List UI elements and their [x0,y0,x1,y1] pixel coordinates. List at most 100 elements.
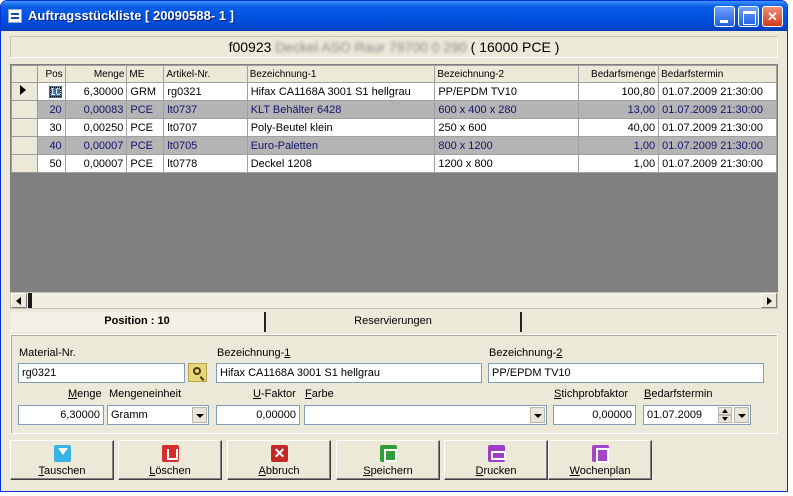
parts-grid[interactable]: Pos Menge ME Artikel-Nr. Bezeichnung-1 B… [10,64,778,308]
tab-empty[interactable] [522,312,778,332]
bedarfstermin-picker[interactable]: 01.07.2009 [643,405,751,425]
cell-bez1[interactable]: Deckel 1208 [246,154,436,173]
cell-bez1[interactable]: Euro-Paletten [246,136,436,155]
cell-bez1[interactable]: Poly-Beutel klein [246,118,436,137]
cell-me[interactable]: PCE [126,154,165,173]
row-selector[interactable] [11,100,38,119]
spin-up-icon[interactable] [718,407,732,415]
loeschen-button[interactable]: Löschen [118,440,222,480]
bezeichnung-1-input[interactable]: Hifax CA1168A 3001 S1 hellgrau [216,363,482,383]
cell-artikel[interactable]: rg0321 [163,82,248,101]
cell-bedarfstermin[interactable]: 01.07.2009 21:30:00 [658,118,777,137]
col-header-bedarfsmenge[interactable]: Bedarfsmenge [578,65,660,83]
col-header-bez2[interactable]: Bezeichnung-2 [434,65,580,83]
cell-artikel[interactable]: lt0778 [163,154,248,173]
cell-pos[interactable]: 20 [36,100,66,119]
chevron-down-icon[interactable] [734,407,749,423]
cell-bedarfstermin[interactable]: 01.07.2009 21:30:00 [658,154,777,173]
col-header-bedarfstermin[interactable]: Bedarfstermin [658,65,777,83]
chevron-down-icon[interactable] [192,407,207,423]
cell-menge[interactable]: 0,00083 [64,100,128,119]
cell-me[interactable]: PCE [126,100,165,119]
minimize-button[interactable] [714,6,735,27]
cell-bedarfstermin[interactable]: 01.07.2009 21:30:00 [658,136,777,155]
search-icon [193,367,201,375]
cell-pos[interactable]: 40 [36,136,66,155]
cell-bedarfsmenge[interactable]: 100,80 [578,82,660,101]
cell-menge[interactable]: 0,00007 [64,154,128,173]
scroll-left-arrow-icon[interactable] [11,293,27,308]
u-faktor-label: U-Faktor [253,388,296,400]
cell-bez1[interactable]: Hifax CA1168A 3001 S1 hellgrau [246,82,436,101]
mengeneinheit-select[interactable]: Gramm [107,405,209,425]
cell-bez2[interactable]: 250 x 600 [434,118,580,137]
stichprobfaktor-input[interactable]: 0,00000 [553,405,636,425]
speichern-button[interactable]: Speichern [336,440,440,480]
row-selector[interactable] [11,154,38,173]
col-header-artikel[interactable]: Artikel-Nr. [163,65,248,83]
table-row[interactable]: 20 0,00083 PCE lt0737 KLT Behälter 6428 … [11,100,777,119]
window-title: Auftragsstückliste [ 20090588- 1 ] [28,8,234,23]
table-row[interactable]: 50 0,00007 PCE lt0778 Deckel 1208 1200 x… [11,154,777,173]
close-button[interactable]: ✕ [762,6,783,27]
cell-me[interactable]: PCE [126,118,165,137]
calendar-icon [592,445,609,463]
cell-bez2[interactable]: 800 x 1200 [434,136,580,155]
cell-menge[interactable]: 0,00250 [64,118,128,137]
row-selector[interactable] [11,136,38,155]
menge-input[interactable]: 6,30000 [18,405,104,425]
spin-down-icon[interactable] [718,415,732,423]
scroll-right-arrow-icon[interactable] [761,293,777,308]
col-header-me[interactable]: ME [126,65,165,83]
cell-pos[interactable]: 50 [36,154,66,173]
bedarfstermin-label: Bedarfstermin [644,388,713,400]
farbe-select[interactable] [304,405,547,425]
table-row[interactable]: 30 0,00250 PCE lt0707 Poly-Beutel klein … [11,118,777,137]
cell-me[interactable]: GRM [126,82,165,101]
cell-bedarfsmenge[interactable]: 1,00 [578,136,660,155]
material-search-button[interactable] [188,363,207,382]
col-header-menge[interactable]: Menge [64,65,128,83]
tab-position[interactable]: Position : 10 [10,312,266,332]
cell-menge[interactable]: 6,30000 [64,82,128,101]
table-row[interactable]: 10 6,30000 GRM rg0321 Hifax CA1168A 3001… [11,82,777,101]
tauschen-button[interactable]: Tauschen [10,440,114,480]
cell-bez2[interactable]: 1200 x 800 [434,154,580,173]
cell-bez1[interactable]: KLT Behälter 6428 [246,100,436,119]
grid-horizontal-scrollbar[interactable] [10,292,778,309]
drucken-button[interactable]: Drucken [444,440,548,480]
abbruch-button[interactable]: ✕ Abbruch [227,440,331,480]
cell-bedarfsmenge[interactable]: 40,00 [578,118,660,137]
wochenplan-button[interactable]: Wochenplan [548,440,652,480]
u-faktor-input[interactable]: 0,00000 [216,405,300,425]
cell-artikel[interactable]: lt0737 [163,100,248,119]
cell-artikel[interactable]: lt0705 [163,136,248,155]
cell-artikel[interactable]: lt0707 [163,118,248,137]
maximize-button[interactable] [738,6,759,27]
cell-bez2[interactable]: PP/EPDM TV10 [434,82,580,101]
cell-pos[interactable]: 10 [49,85,62,98]
row-selector[interactable] [11,82,38,101]
action-bar: Tauschen Löschen ✕ Abbruch Speichern Dru… [10,440,778,482]
chevron-down-icon[interactable] [530,407,545,423]
cell-pos[interactable]: 30 [36,118,66,137]
col-header-pos[interactable]: Pos [36,65,66,83]
cell-bez2[interactable]: 600 x 400 x 280 [434,100,580,119]
date-spinner[interactable] [718,407,732,423]
scroll-thumb[interactable] [28,293,32,308]
row-selector[interactable] [11,118,38,137]
col-header-bez1[interactable]: Bezeichnung-1 [246,65,436,83]
menge-label: Menge [68,388,102,400]
table-row[interactable]: 40 0,00007 PCE lt0705 Euro-Paletten 800 … [11,136,777,155]
cell-bedarfstermin[interactable]: 01.07.2009 21:30:00 [658,100,777,119]
material-nr-input[interactable]: rg0321 [18,363,185,383]
tab-reservierungen[interactable]: Reservierungen [266,312,522,332]
cell-bedarfsmenge[interactable]: 13,00 [578,100,660,119]
title-bar[interactable]: Auftragsstückliste [ 20090588- 1 ] ✕ [1,1,787,31]
bezeichnung-1-label: Bezeichnung-1 [217,347,291,359]
cell-me[interactable]: PCE [126,136,165,155]
cell-bedarfstermin[interactable]: 01.07.2009 21:30:00 [658,82,777,101]
bezeichnung-2-input[interactable]: PP/EPDM TV10 [488,363,764,383]
cell-bedarfsmenge[interactable]: 1,00 [578,154,660,173]
cell-menge[interactable]: 0,00007 [64,136,128,155]
